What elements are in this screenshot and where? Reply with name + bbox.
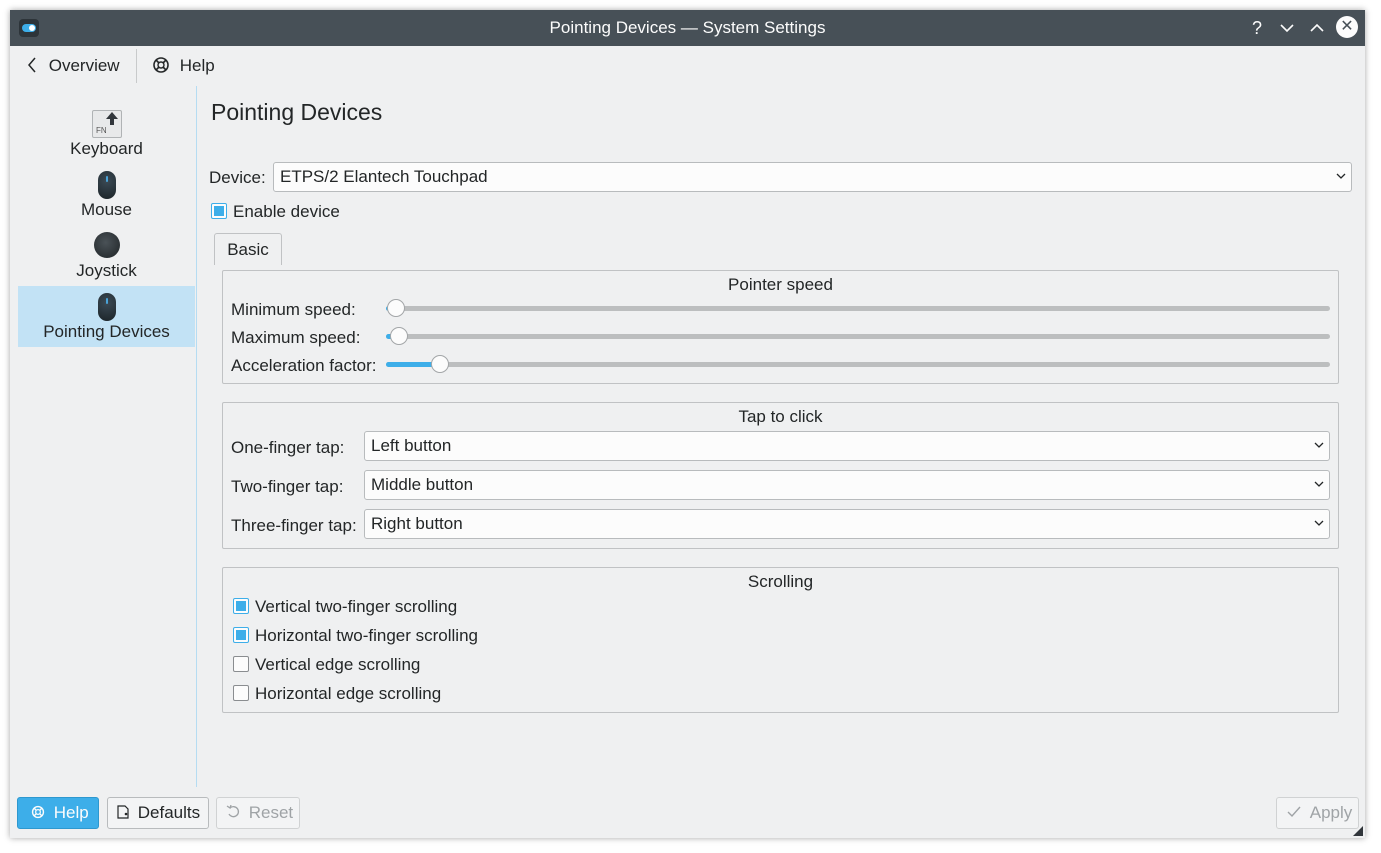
toolbar-help-label: Help [179,56,215,75]
checkmark-apply-icon [1287,806,1301,818]
device-select-value: ETPS/2 Elantech Touchpad [280,167,488,186]
maximize-chevron-up-icon[interactable] [1305,16,1329,40]
device-label: Device: [209,168,266,187]
page-title: Pointing Devices [211,99,383,125]
sidebar-item-label: Keyboard [70,139,143,158]
undo-reset-icon [226,804,239,818]
tap-to-click-title: Tap to click [738,407,823,426]
help-button[interactable]: Help [17,797,99,829]
chevron-down-icon [1314,520,1324,526]
lifebuoy-help-icon [153,57,169,73]
reset-button-label: Reset [248,803,294,822]
horizontal-edge-scrolling-label: Horizontal edge scrolling [255,684,442,703]
chevron-down-icon [1314,442,1324,448]
enable-device-checkbox[interactable] [211,203,227,219]
horizontal-edge-scrolling-checkbox[interactable] [233,685,249,701]
joystick-icon [94,232,120,258]
two-finger-tap-label: Two-finger tap: [231,477,344,496]
defaults-button[interactable]: Defaults [107,797,209,829]
acceleration-factor-slider[interactable] [386,355,1330,373]
enable-device-label: Enable device [233,202,340,221]
titlebar[interactable]: Pointing Devices — System Settings ? ✕ [10,10,1365,46]
sidebar-item-pointing-devices[interactable]: Pointing Devices [18,286,195,347]
horizontal-two-finger-scrolling-label: Horizontal two-finger scrolling [255,626,478,645]
acceleration-factor-label: Acceleration factor: [231,356,377,375]
vertical-edge-scrolling-label: Vertical edge scrolling [255,655,421,674]
button-bar: Help Defaults Reset Apply [10,787,1365,838]
three-finger-tap-label: Three-finger tap: [231,516,357,535]
reset-button[interactable]: Reset [216,797,300,829]
minimize-chevron-down-icon[interactable] [1275,16,1299,40]
pointer-speed-group: Pointer speed Minimum speed: Maximum spe… [222,270,1339,384]
overview-button[interactable]: Overview [26,46,120,86]
minimum-speed-slider[interactable] [386,299,1330,317]
window-title: Pointing Devices — System Settings [549,18,826,37]
two-finger-tap-value: Middle button [371,475,474,494]
one-finger-tap-label: One-finger tap: [231,438,345,457]
scrolling-group: Scrolling Vertical two-finger scrolling … [222,567,1339,713]
resize-grip-icon[interactable] [1353,826,1363,836]
maximum-speed-label: Maximum speed: [231,328,361,347]
main-content: Pointing Devices Device: ETPS/2 Elantech… [197,86,1365,787]
sidebar-item-keyboard[interactable]: FN Keyboard [18,103,195,164]
maximum-speed-slider[interactable] [386,327,1330,345]
document-defaults-icon [117,805,129,819]
mouse-icon [98,171,116,199]
tab-basic[interactable]: Basic [214,233,282,265]
two-finger-tap-select[interactable]: Middle button [364,470,1330,500]
horizontal-two-finger-scrolling-checkbox[interactable] [233,627,249,643]
close-window-icon[interactable]: ✕ [1336,16,1358,38]
sidebar-item-mouse[interactable]: Mouse [18,164,195,225]
help-button-label: Help [53,803,89,822]
system-settings-window: Pointing Devices — System Settings ? ✕ O… [10,10,1365,838]
device-select[interactable]: ETPS/2 Elantech Touchpad [273,162,1352,192]
pointer-speed-title: Pointer speed [728,275,833,294]
sidebar-item-label: Mouse [80,200,133,219]
lifebuoy-help-icon [31,805,45,819]
toolbar-help-button[interactable]: Help [152,46,215,86]
slider-handle[interactable] [390,327,408,345]
sidebar: FN Keyboard Mouse Joystick Pointing Devi… [10,86,197,787]
vertical-two-finger-scrolling-checkbox[interactable] [233,598,249,614]
one-finger-tap-value: Left button [371,436,452,455]
sidebar-item-joystick[interactable]: Joystick [18,225,195,286]
overview-label: Overview [48,56,120,75]
chevron-down-icon [1314,481,1324,487]
apply-button[interactable]: Apply [1276,797,1359,829]
pointing-device-icon [98,293,116,321]
keyboard-fn-icon: FN [92,110,122,138]
apply-button-label: Apply [1309,803,1353,822]
three-finger-tap-select[interactable]: Right button [364,509,1330,539]
chevron-down-icon [1336,173,1346,179]
defaults-button-label: Defaults [137,803,201,822]
tap-to-click-group: Tap to click One-finger tap: Left button… [222,402,1339,549]
scrolling-title: Scrolling [747,572,814,591]
three-finger-tap-value: Right button [371,514,463,533]
chevron-left-icon [28,57,36,73]
one-finger-tap-select[interactable]: Left button [364,431,1330,461]
minimum-speed-label: Minimum speed: [231,300,356,319]
sidebar-item-label: Joystick [76,261,137,280]
sidebar-item-label: Pointing Devices [43,322,170,341]
vertical-two-finger-scrolling-label: Vertical two-finger scrolling [255,597,458,616]
help-question-icon[interactable]: ? [1245,16,1269,40]
slider-handle[interactable] [431,355,449,373]
slider-handle[interactable] [387,299,405,317]
toolbar-separator [136,49,137,83]
toolbar: Overview Help [10,46,1365,86]
vertical-edge-scrolling-checkbox[interactable] [233,656,249,672]
